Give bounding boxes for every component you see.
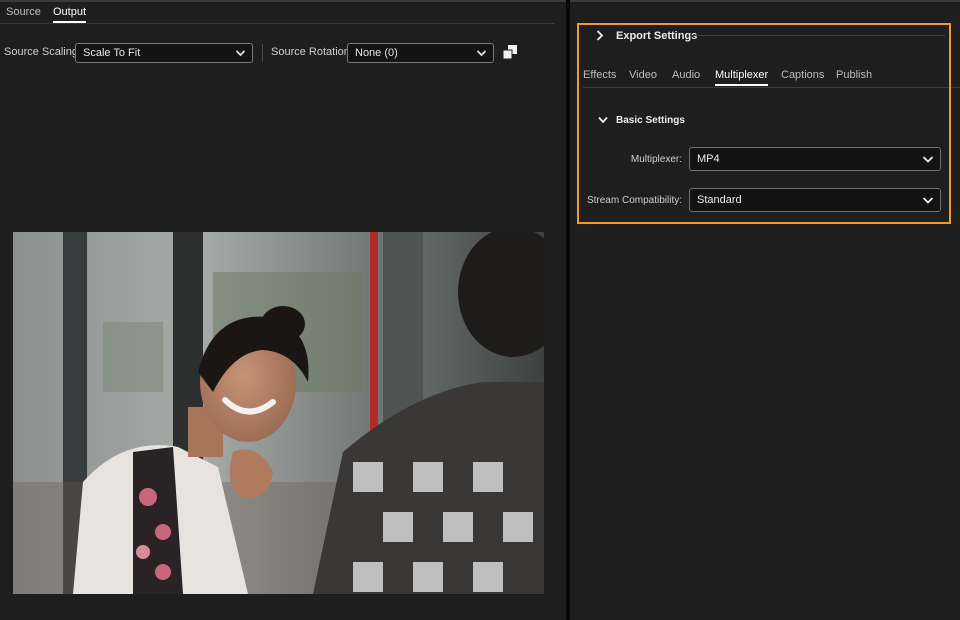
toolbar-separator — [262, 44, 263, 62]
source-scaling-value: Scale To Fit — [83, 47, 141, 59]
section-rule — [690, 35, 945, 36]
tab-video[interactable]: Video — [629, 69, 657, 81]
tab-publish[interactable]: Publish — [836, 69, 872, 81]
export-settings-panel — [570, 2, 960, 620]
multiplexer-dropdown[interactable]: MP4 — [689, 147, 941, 171]
tabs-divider — [583, 87, 960, 88]
stream-compatibility-label: Stream Compatibility: — [586, 195, 682, 206]
chevron-down-icon — [922, 197, 934, 204]
tab-audio[interactable]: Audio — [672, 69, 700, 81]
source-rotation-value: None (0) — [355, 47, 398, 59]
crop-icon[interactable] — [502, 44, 518, 60]
basic-settings-title: Basic Settings — [616, 115, 685, 126]
video-preview-frame — [13, 232, 544, 594]
source-rotation-label: Source Rotation: — [271, 46, 353, 58]
tab-captions[interactable]: Captions — [781, 69, 824, 81]
source-scaling-label: Source Scaling: — [4, 46, 82, 58]
multiplexer-label: Multiplexer: — [630, 154, 682, 165]
tab-source[interactable]: Source — [6, 6, 41, 18]
tab-effects[interactable]: Effects — [583, 69, 616, 81]
tab-output[interactable]: Output — [53, 6, 87, 23]
source-scaling-dropdown[interactable]: Scale To Fit — [75, 43, 253, 63]
export-settings-title: Export Settings — [616, 30, 698, 42]
chevron-right-icon — [596, 30, 604, 41]
stream-compatibility-dropdown[interactable]: Standard — [689, 188, 941, 212]
chevron-down-icon — [922, 156, 934, 163]
stream-compatibility-value: Standard — [697, 194, 742, 206]
chevron-down-icon — [476, 50, 487, 57]
multiplexer-value: MP4 — [697, 153, 720, 165]
tabs-divider — [0, 23, 555, 24]
tab-multiplexer[interactable]: Multiplexer — [715, 69, 769, 86]
chevron-down-icon — [598, 116, 608, 124]
chevron-down-icon — [235, 50, 246, 57]
source-rotation-dropdown[interactable]: None (0) — [347, 43, 494, 63]
